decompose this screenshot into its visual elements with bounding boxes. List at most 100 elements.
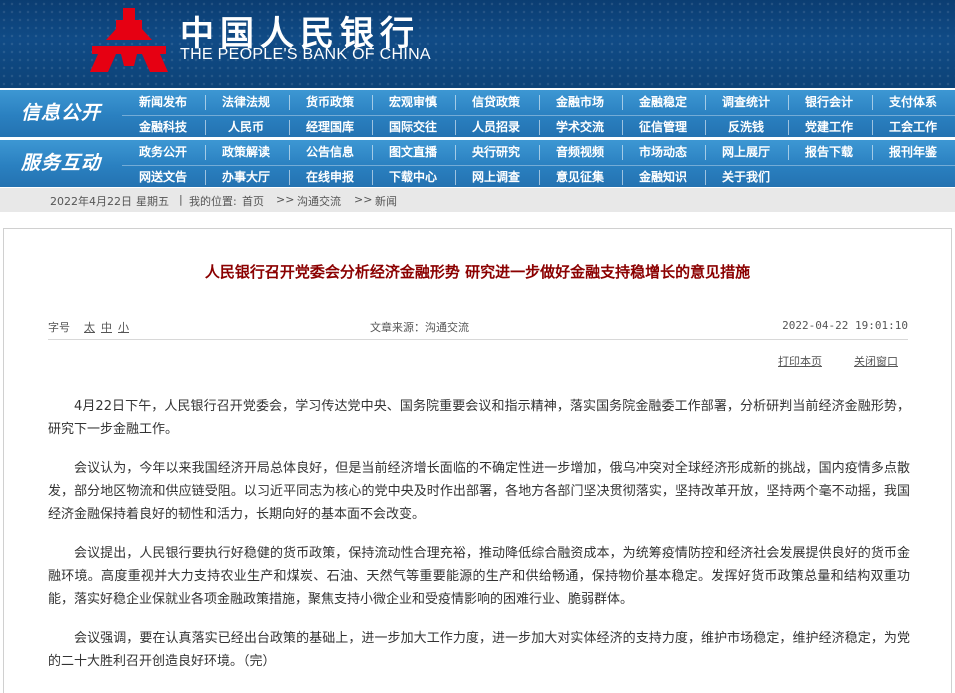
nav-separator (372, 170, 373, 185)
nav-separator (705, 95, 706, 110)
article-body: 4月22日下午，人民银行召开党委会，学习传达党中央、国务院重要会议和指示精神，落… (48, 395, 910, 689)
nav-link[interactable]: 工会工作 (874, 116, 952, 138)
nav-separator (289, 170, 290, 185)
nav-link[interactable]: 党建工作 (790, 116, 868, 138)
nav-link[interactable]: 金融知识 (624, 166, 702, 188)
nav-separator (622, 170, 623, 185)
font-size-small-link[interactable]: 小 (118, 319, 129, 335)
font-size-large-link[interactable]: 太 (84, 319, 95, 335)
nav-link[interactable]: 公告信息 (291, 141, 369, 163)
nav-info-row-2: 金融科技 人民币 经理国库 国际交往 人员招录 学术交流 征信管理 反洗钱 党建工作 工会工作 (122, 115, 955, 139)
nav-link[interactable]: 在线申报 (291, 166, 369, 188)
nav-link[interactable]: 货币政策 (291, 91, 369, 113)
nav-link[interactable]: 学术交流 (541, 116, 619, 138)
bank-name-en: THE PEOPLE'S BANK OF CHINA (180, 46, 431, 63)
breadcrumb-section-link[interactable]: 沟通交流 (297, 193, 341, 209)
nav-service-grid: 政务公开 政策解读 公告信息 图文直播 央行研究 音频视频 市场动态 网上展厅 报告下载 报刊年鉴… (122, 140, 955, 187)
nav-link[interactable]: 图文直播 (374, 141, 452, 163)
nav-separator (788, 145, 789, 160)
nav-link[interactable]: 网送文告 (124, 166, 202, 188)
nav-separator (455, 145, 456, 160)
nav-link[interactable]: 银行会计 (790, 91, 868, 113)
article-meta: 字号 太 中 小 文章来源：沟通交流 2022-04-22 19:01:10 (48, 319, 908, 335)
nav-separator (205, 120, 206, 135)
nav-link[interactable]: 报刊年鉴 (874, 141, 952, 163)
nav-link[interactable]: 网上调查 (457, 166, 535, 188)
article-datetime: 2022-04-22 19:01:10 (782, 319, 908, 332)
nav-link[interactable]: 报告下载 (790, 141, 868, 163)
nav-link[interactable]: 征信管理 (624, 116, 702, 138)
nav-separator (539, 170, 540, 185)
font-size-label: 字号 (48, 321, 70, 334)
nav-link[interactable]: 宏观审慎 (374, 91, 452, 113)
nav-link[interactable]: 人民币 (207, 116, 285, 138)
nav-link[interactable]: 法律法规 (207, 91, 285, 113)
nav-separator (372, 95, 373, 110)
article-title: 人民银行召开党委会分析经济金融形势 研究进一步做好金融支持稳增长的意见措施 (204, 263, 751, 281)
nav-separator (788, 120, 789, 135)
nav-separator (539, 145, 540, 160)
nav-separator (872, 95, 873, 110)
article-source: 文章来源：沟通交流 (370, 321, 469, 334)
breadcrumb-current[interactable]: 新闻 (375, 193, 397, 209)
nav-info-block: 信息公开 新闻发布 法律法规 货币政策 宏观审慎 信贷政策 金融市场 金融稳定 调查统计 银行会… (0, 90, 955, 137)
nav-link[interactable]: 市场动态 (624, 141, 702, 163)
nav-separator (539, 95, 540, 110)
nav-link[interactable]: 信贷政策 (457, 91, 535, 113)
breadcrumb-home-link[interactable]: 首页 (242, 193, 264, 209)
nav-link[interactable]: 金融市场 (541, 91, 619, 113)
nav-separator (872, 145, 873, 160)
font-size-medium-link[interactable]: 中 (101, 319, 112, 335)
nav-separator (705, 170, 706, 185)
print-page-link[interactable]: 打印本页 (778, 353, 822, 369)
nav-separator (622, 145, 623, 160)
nav-link[interactable]: 金融科技 (124, 116, 202, 138)
nav-separator (455, 95, 456, 110)
article-paragraph: 4月22日下午，人民银行召开党委会，学习传达党中央、国务院重要会议和指示精神，落… (48, 399, 910, 437)
nav-link[interactable]: 金融稳定 (624, 91, 702, 113)
article-panel: 人民银行召开党委会分析经济金融形势 研究进一步做好金融支持稳增长的意见措施 字号… (3, 228, 952, 693)
nav-separator (622, 95, 623, 110)
nav-service-block: 服务互动 政务公开 政策解读 公告信息 图文直播 央行研究 音频视频 市场动态 网上展厅 报告下… (0, 140, 955, 187)
nav-separator (455, 170, 456, 185)
nav-link[interactable]: 人员招录 (457, 116, 535, 138)
close-window-link[interactable]: 关闭窗口 (854, 353, 898, 369)
current-weekday: 星期五 (136, 195, 169, 208)
nav-link[interactable]: 下载中心 (374, 166, 452, 188)
nav-link[interactable]: 政策解读 (207, 141, 285, 163)
article-paragraph: 会议提出，人民银行要执行好稳健的货币政策，保持流动性合理充裕，推动降低综合融资成… (48, 546, 910, 607)
nav-link[interactable]: 办事大厅 (207, 166, 285, 188)
nav-service-label[interactable]: 服务互动 (0, 140, 122, 187)
article-paragraph: 会议认为，今年以来我国经济开局总体良好，但是当前经济增长面临的不确定性进一步增加… (48, 461, 910, 522)
nav-link[interactable]: 政务公开 (124, 141, 202, 163)
nav-separator (705, 120, 706, 135)
nav-link[interactable]: 经理国库 (291, 116, 369, 138)
article-paragraph: 会议强调，要在认真落实已经出台政策的基础上，进一步加大工作力度，进一步加大对实体… (48, 631, 910, 669)
nav-link[interactable]: 新闻发布 (124, 91, 202, 113)
nav-link[interactable]: 网上展厅 (707, 141, 785, 163)
nav-separator (205, 95, 206, 110)
nav-link[interactable]: 调查统计 (707, 91, 785, 113)
nav-separator (205, 170, 206, 185)
nav-link[interactable]: 支付体系 (874, 91, 952, 113)
nav-separator (205, 145, 206, 160)
nav-service-row-2: 网送文告 办事大厅 在线申报 下载中心 网上调查 意见征集 金融知识 关于我们 (122, 165, 955, 189)
meta-divider (48, 339, 908, 340)
nav-link[interactable]: 意见征集 (541, 166, 619, 188)
nav-link[interactable]: 央行研究 (457, 141, 535, 163)
nav-separator (289, 145, 290, 160)
pboc-emblem-icon[interactable] (88, 6, 170, 78)
nav-link[interactable]: 反洗钱 (707, 116, 785, 138)
nav-separator (705, 145, 706, 160)
nav-link[interactable]: 音频视频 (541, 141, 619, 163)
nav-service-row-1: 政务公开 政策解读 公告信息 图文直播 央行研究 音频视频 市场动态 网上展厅 报告下载 报刊年鉴 (122, 141, 955, 164)
location-label: 我的位置: (189, 195, 237, 208)
nav-separator (872, 120, 873, 135)
main-navigation: 信息公开 新闻发布 法律法规 货币政策 宏观审慎 信贷政策 金融市场 金融稳定 调查统计 银行会… (0, 88, 955, 188)
nav-info-label[interactable]: 信息公开 (0, 90, 122, 137)
breadcrumb-separator: | (179, 193, 183, 206)
nav-separator (289, 120, 290, 135)
nav-link[interactable]: 国际交往 (374, 116, 452, 138)
current-date: 2022年4月22日 (50, 195, 132, 208)
nav-link[interactable]: 关于我们 (707, 166, 785, 188)
